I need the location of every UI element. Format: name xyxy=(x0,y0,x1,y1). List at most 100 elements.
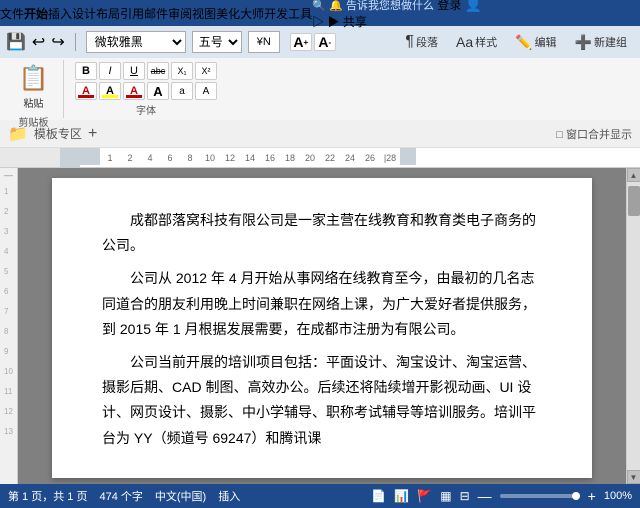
menu-design[interactable]: 设计 xyxy=(72,0,96,26)
strikethrough-button[interactable]: abc xyxy=(147,62,169,80)
font-color2-btn[interactable]: A xyxy=(123,82,145,100)
ruler-mark: 1 xyxy=(100,153,120,163)
zoom-handle[interactable] xyxy=(572,492,580,500)
document-page[interactable]: 成都部落窝科技有限公司是一家主营在线教育和教育类电子商务的公司。 公司从 201… xyxy=(52,178,592,478)
redo-icon[interactable]: ↪ xyxy=(51,32,64,52)
ruler-mark: 10 xyxy=(200,153,220,163)
line-num: 5 xyxy=(4,262,13,282)
ribbon-row2: 📋 粘贴 剪贴板 B I U abc X₁ X² A xyxy=(0,58,640,120)
edit-btn[interactable]: ✏️ 编辑 xyxy=(508,28,563,56)
scroll-track[interactable] xyxy=(627,182,640,470)
status-bar: 第 1 页，共 1 页 474 个字 中文(中国) 插入 📄 📊 🚩 ▦ ⊟ —… xyxy=(0,484,640,508)
view-icon: ⊟ xyxy=(460,489,470,503)
main-area: — 1 2 3 4 5 6 7 8 9 10 11 12 13 成都部落窝科技有… xyxy=(0,168,640,484)
window-merge[interactable]: □ 窗口合并显示 xyxy=(556,126,632,142)
line-num: 4 xyxy=(4,242,13,262)
scroll-thumb[interactable] xyxy=(628,186,640,216)
menu-view[interactable]: 视图 xyxy=(192,0,216,26)
clipboard-group: 📋 粘贴 剪贴板 xyxy=(4,60,64,118)
zoom-slider[interactable] xyxy=(500,494,580,498)
paragraph-1[interactable]: 成都部落窝科技有限公司是一家主营在线教育和教育类电子商务的公司。 xyxy=(102,208,542,258)
subscript-button[interactable]: X₁ xyxy=(171,62,193,80)
ruler-mark: 14 xyxy=(240,153,260,163)
menu-review[interactable]: 审阅 xyxy=(168,0,192,26)
paragraph-3[interactable]: 公司当前开展的培训项目包括：平面设计、淘宝设计、淘宝运营、摄影后期、CAD 制图… xyxy=(102,350,542,451)
ruler-mark: |28 xyxy=(380,153,400,163)
line-numbers: 1 2 3 4 5 6 7 8 9 10 11 12 13 xyxy=(4,182,13,442)
undo-icon[interactable]: ↩ xyxy=(32,32,45,52)
left-sidebar: — 1 2 3 4 5 6 7 8 9 10 11 12 13 xyxy=(0,168,18,484)
minus-icon[interactable]: — xyxy=(478,488,492,504)
menu-tabs: 文件 开始 插入 设计 布局 引用 邮件 审阅 视图 美化大师 开发工具 🔍 🔔… xyxy=(0,0,640,26)
line-num: 11 xyxy=(4,382,13,402)
add-tab-button[interactable]: + xyxy=(88,125,97,143)
new-group-label: 新建组 xyxy=(594,34,627,50)
font-name-selector[interactable]: 微软雅黑 xyxy=(86,31,186,53)
ruler-mark: 24 xyxy=(340,153,360,163)
line-num: 6 xyxy=(4,282,13,302)
aa-small-btn[interactable]: a xyxy=(171,82,193,100)
font-label: 字体 xyxy=(136,100,156,117)
line-num: 7 xyxy=(4,302,13,322)
edit-label: 编辑 xyxy=(535,34,557,50)
font-decrease-btn[interactable]: A- xyxy=(314,33,336,51)
line-num: 8 xyxy=(4,322,13,342)
paragraph-icon: ¶ xyxy=(405,33,414,51)
font-size-buttons: A+ A- xyxy=(290,33,336,51)
menu-start[interactable]: 开始 xyxy=(24,0,48,26)
ruler-mark: 12 xyxy=(220,153,240,163)
plus-icon[interactable]: + xyxy=(588,488,596,504)
insert-mode[interactable]: 插入 xyxy=(218,488,240,504)
font-increase-btn[interactable]: A+ xyxy=(290,33,312,51)
italic-button[interactable]: I xyxy=(99,62,121,80)
layout-icon: ▦ xyxy=(440,489,451,503)
font-size-selector[interactable]: 五号 xyxy=(192,31,242,53)
ruler-mark: 4 xyxy=(140,153,160,163)
menu-insert[interactable]: 插入 xyxy=(48,0,72,26)
line-num: 1 xyxy=(4,182,13,202)
char-spacing-btn[interactable]: A xyxy=(195,82,217,100)
tell-me-text[interactable]: 🔔 告诉我您想做什么 xyxy=(329,0,434,12)
ruler-inner: 1 2 4 6 8 10 12 14 16 18 20 22 24 26 |28 xyxy=(80,148,640,167)
menu-file[interactable]: 文件 xyxy=(0,0,24,26)
save-icon[interactable]: 💾 xyxy=(6,32,26,52)
zoom-level: 100% xyxy=(604,490,632,502)
page-area[interactable]: 成都部落窝科技有限公司是一家主营在线教育和教育类电子商务的公司。 公司从 201… xyxy=(18,168,626,484)
aa-large-btn[interactable]: A xyxy=(147,82,169,100)
menu-devtools[interactable]: 开发工具 xyxy=(264,0,312,26)
page-info: 第 1 页，共 1 页 xyxy=(8,488,87,504)
menu-beautify[interactable]: 美化大师 xyxy=(216,0,264,26)
new-group-btn[interactable]: ➕ 新建组 xyxy=(568,28,634,56)
paste-button[interactable]: 📋 粘贴 xyxy=(14,62,54,112)
line-num: 9 xyxy=(4,342,13,362)
template-text[interactable]: 模板专区 xyxy=(34,125,82,142)
menu-items: 文件 开始 插入 设计 布局 引用 邮件 审阅 视图 美化大师 开发工具 xyxy=(0,0,312,26)
paragraph-label: 段落 xyxy=(416,34,438,50)
line-num: 3 xyxy=(4,222,13,242)
right-scrollbar: ▲ ▼ xyxy=(626,168,640,484)
menu-layout[interactable]: 布局 xyxy=(96,0,120,26)
paragraph-btn[interactable]: ¶ 段落 xyxy=(398,28,445,56)
ruler-left-indent xyxy=(80,148,100,165)
fold-icon[interactable]: — xyxy=(4,170,13,180)
scroll-up-btn[interactable]: ▲ xyxy=(627,168,640,182)
font-size-pt-input[interactable] xyxy=(248,31,280,53)
folder-icon[interactable]: 📁 xyxy=(8,124,28,144)
ruler-left-margin xyxy=(60,148,80,167)
scroll-down-btn[interactable]: ▼ xyxy=(627,470,640,484)
superscript-button[interactable]: X² xyxy=(195,62,217,80)
bold-button[interactable]: B xyxy=(75,62,97,80)
login-button[interactable]: 登录 xyxy=(437,0,461,12)
menu-reference[interactable]: 引用 xyxy=(120,0,144,26)
ruler-mark: 18 xyxy=(280,153,300,163)
underline-button[interactable]: U xyxy=(123,62,145,80)
style-btn[interactable]: Aa 样式 xyxy=(449,28,504,56)
path-bar: 📁 模板专区 + □ 窗口合并显示 xyxy=(0,120,640,148)
menu-mail[interactable]: 邮件 xyxy=(144,0,168,26)
font-color-btn[interactable]: A xyxy=(75,82,97,100)
share-icon: ▷ xyxy=(312,15,324,29)
paragraph-2[interactable]: 公司从 2012 年 4 月开始从事网络在线教育至今，由最初的几名志同道合的朋友… xyxy=(102,266,542,342)
highlight-color-btn[interactable]: A xyxy=(99,82,121,100)
paste-label: 粘贴 xyxy=(24,95,44,110)
font-group: B I U abc X₁ X² A A A xyxy=(66,60,226,118)
